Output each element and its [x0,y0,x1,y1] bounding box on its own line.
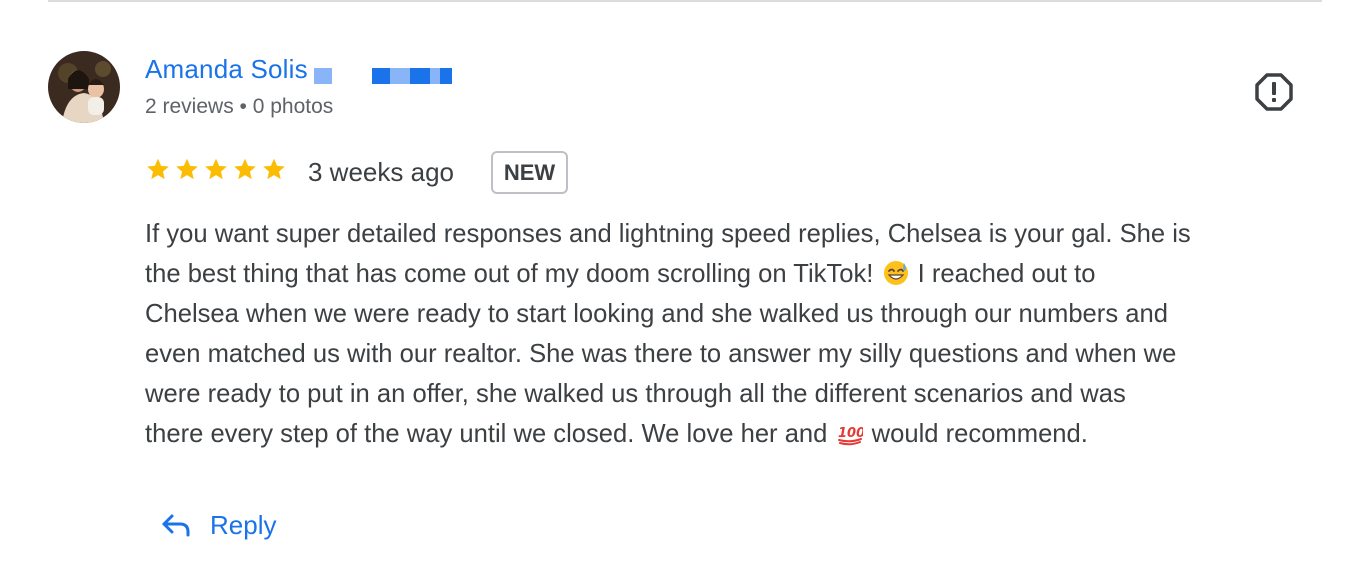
star-icon [145,156,171,188]
star-rating [145,156,287,188]
report-flag-icon[interactable] [1254,72,1294,112]
grinning-sweat-emoji [883,260,909,286]
review-line: there every step of the way until we clo… [145,414,1325,454]
review-text-segment: would recommend. [871,420,1088,448]
reply-label: Reply [210,509,277,540]
review-card: Amanda Solis 2 reviews • 0 photos 3 week… [0,0,1366,561]
review-line: Chelsea when we were ready to start look… [145,300,1168,328]
star-icon [174,156,200,188]
review-line: even matched us with our realtor. She wa… [145,340,1177,368]
reply-arrow-icon [160,512,192,538]
avatar[interactable] [48,51,120,123]
star-icon [232,156,258,188]
reviewer-name[interactable]: Amanda Solis [145,54,308,85]
star-icon [261,156,287,188]
new-badge: NEW [491,151,568,194]
review-text-segment: the best thing that has come out of my d… [145,260,874,288]
review-date: 3 weeks ago [308,157,454,187]
review-text: If you want super detailed responses and… [145,214,1325,454]
reply-button[interactable]: Reply [160,500,276,550]
review-line: were ready to put in an offer, she walke… [145,380,1126,408]
reviewer-stats: 2 reviews • 0 photos [145,95,334,118]
review-text-segment: I reached out to [917,260,1096,288]
hundred-points-emoji: 100 [837,420,863,446]
redaction-marks [314,68,454,84]
review-line: the best thing that has come out of my d… [145,254,1325,294]
review-line: If you want super detailed responses and… [145,220,1191,248]
divider [48,0,1322,2]
star-icon [203,156,229,188]
review-text-segment: there every step of the way until we clo… [145,420,828,448]
